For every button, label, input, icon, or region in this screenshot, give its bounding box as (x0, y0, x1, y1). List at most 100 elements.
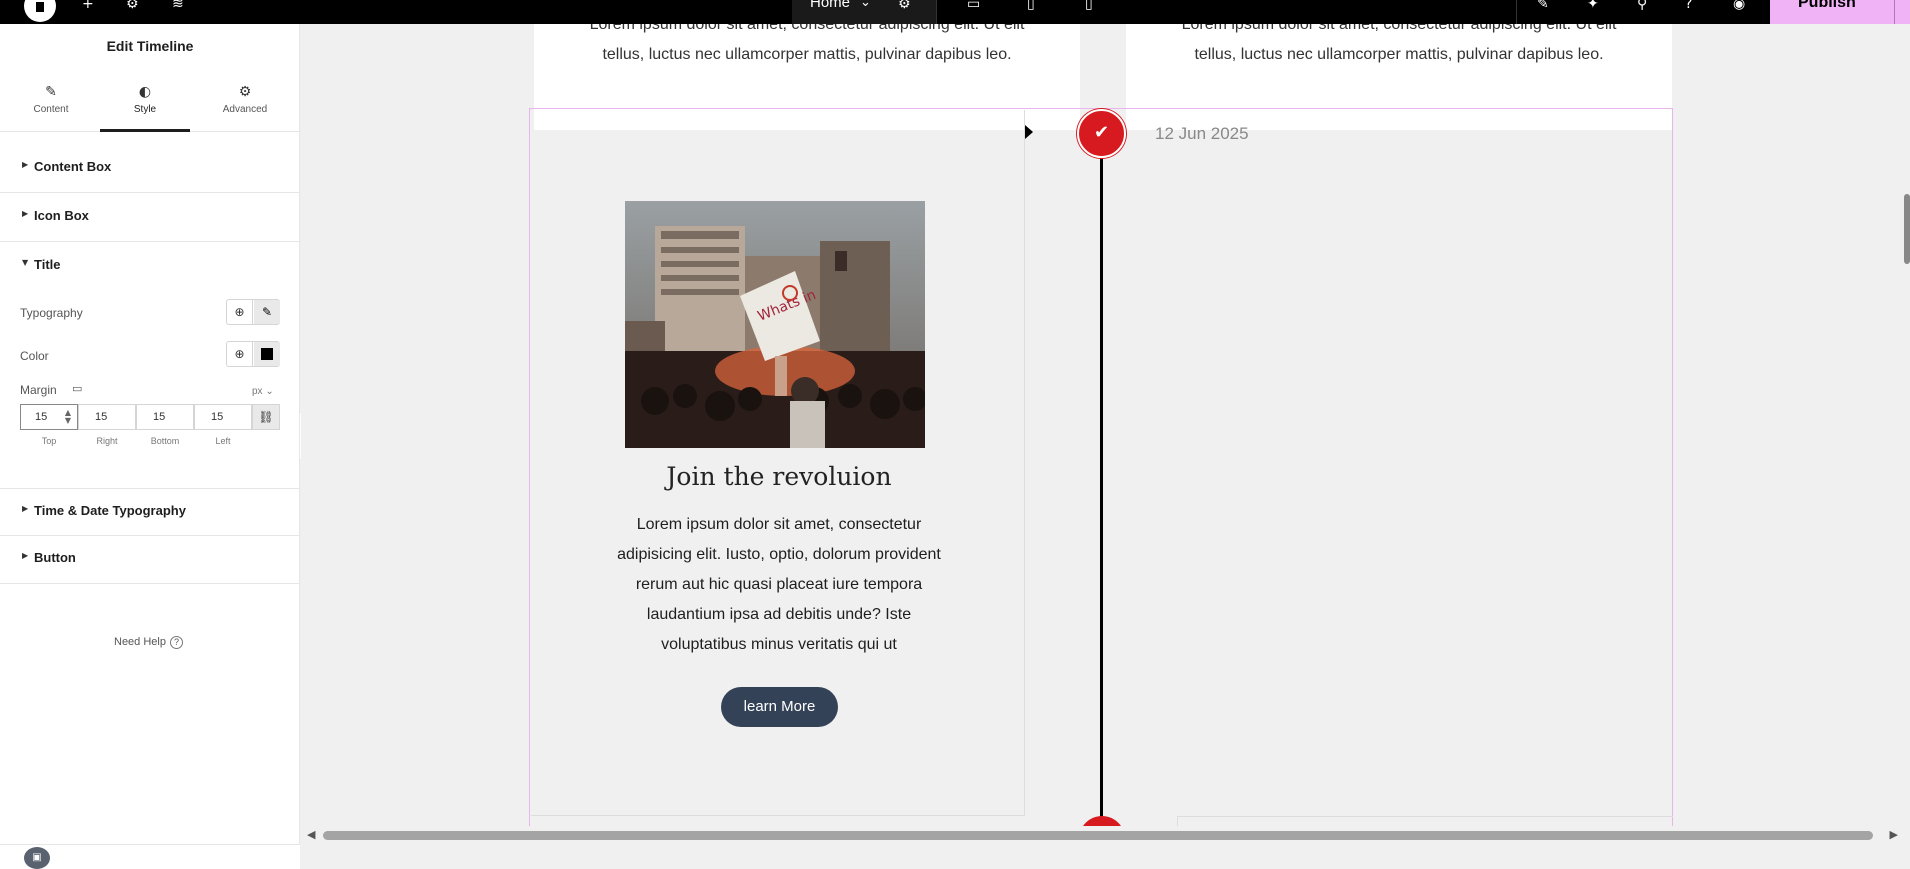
editor-panel: Edit Timeline ✎ Content ◐ Style ⚙ Advanc… (0, 24, 300, 844)
timeline-item-title: Join the revoluion (666, 462, 892, 491)
panel-footer: ▣ (0, 844, 300, 869)
page-settings-icon[interactable]: ⚙ (898, 0, 911, 12)
margin-top-input[interactable]: 15 ▲ ▼ (20, 404, 78, 430)
card-text-line: Lorem ipsum dolor sit amet, consectetur … (589, 24, 1025, 33)
section-content-box-label: Content Box (34, 159, 112, 174)
timeline-line (1100, 129, 1103, 826)
tablet-icon[interactable]: ▯ (1027, 0, 1035, 12)
spinner-icon[interactable]: ▲ ▼ (65, 409, 71, 425)
whats-new-icon[interactable]: ✦ (1587, 0, 1599, 12)
horizontal-scroll-thumb[interactable] (323, 831, 1873, 840)
card-pointer-arrow (1025, 125, 1033, 139)
gear-icon: ⚙ (238, 84, 252, 100)
tab-advanced[interactable]: ⚙ Advanced (200, 80, 290, 132)
section-time-date-label: Time & Date Typography (34, 503, 186, 518)
notes-icon[interactable]: ✎ (1537, 0, 1549, 12)
margin-inputs: 15 ▲ ▼ 15 15 15 ⛓ (20, 404, 280, 430)
typography-label: Typography (20, 306, 83, 320)
globe-icon[interactable]: ⊕ (227, 342, 253, 366)
learn-more-button[interactable]: learn More (721, 687, 838, 727)
typography-control: ⊕ ✎ (226, 299, 280, 325)
margin-bottom-input[interactable]: 15 (136, 404, 194, 430)
unit-label: px (252, 386, 263, 397)
settings-sliders-icon[interactable]: ⚙ (126, 0, 139, 12)
tab-advanced-label: Advanced (222, 104, 268, 115)
unit-selector[interactable]: px ⌄ (252, 386, 274, 397)
panel-title: Edit Timeline (106, 38, 194, 54)
desktop-icon[interactable]: ▭ (72, 382, 82, 395)
margin-top-label: Top (41, 436, 57, 446)
contrast-icon: ◐ (138, 84, 152, 100)
margin-top-value: 15 (35, 411, 48, 423)
protest-photo: Whats in (625, 201, 925, 448)
caret-down-icon: ▼ (22, 258, 29, 267)
horizontal-scrollbar[interactable]: ◀ ▶ (301, 826, 1904, 844)
panel-tabs: ✎ Content ◐ Style ⚙ Advanced (0, 80, 300, 132)
section-title[interactable]: ▼ Title (0, 243, 300, 291)
add-element-icon[interactable]: + (82, 0, 94, 12)
need-help-label: Need Help (114, 636, 166, 648)
margin-bottom-label: Bottom (150, 436, 180, 446)
question-icon: ? (169, 636, 183, 649)
publish-options-button[interactable] (1894, 0, 1910, 24)
tab-style-label: Style (133, 104, 157, 115)
scroll-left-icon[interactable]: ◀ (307, 828, 315, 841)
publish-label: Publish (1798, 0, 1856, 11)
section-icon-box-label: Icon Box (34, 208, 89, 223)
section-time-date-typography[interactable]: ▶ Time & Date Typography (0, 488, 300, 536)
margin-right-input[interactable]: 15 (78, 404, 136, 430)
caret-right-icon: ▶ (22, 209, 29, 218)
layers-icon[interactable]: ≋ (172, 0, 184, 12)
timeline-date: 12 Jun 2025 (1155, 124, 1249, 143)
vertical-scrollbar[interactable] (1904, 24, 1910, 826)
section-content-box[interactable]: ▶ Content Box (0, 145, 300, 193)
scroll-right-icon[interactable]: ▶ (1890, 828, 1898, 841)
margin-left-value: 15 (211, 411, 224, 423)
assistant-icon[interactable]: ▣ (24, 847, 50, 869)
card-text-line: tellus, luctus nec ullamcorper mattis, p… (602, 46, 1012, 63)
timeline-item-body: Lorem ipsum dolor sit amet, consectetur … (617, 516, 941, 653)
color-control: ⊕ (226, 341, 280, 367)
right-tools-group: ✎ ✦ ⚲ ? ◉ (1516, 0, 1770, 24)
need-help-link[interactable]: Need Help? (114, 636, 183, 649)
chevron-down-icon: ⌄ (860, 0, 871, 9)
mobile-icon[interactable]: ▯ (1085, 0, 1093, 12)
tab-content-label: Content (33, 104, 69, 115)
caret-right-icon: ▶ (22, 504, 29, 513)
caret-right-icon: ▶ (22, 551, 29, 560)
edit-pencil-icon[interactable]: ✎ (254, 300, 280, 324)
card-text-line: tellus, luctus nec ullamcorper mattis, p… (1194, 46, 1604, 63)
pencil-icon: ✎ (45, 84, 57, 100)
page-selector-label: Home (810, 0, 851, 11)
tab-content[interactable]: ✎ Content (6, 80, 96, 132)
section-button[interactable]: ▶ Button (0, 536, 300, 584)
globe-icon[interactable]: ⊕ (227, 300, 253, 324)
top-toolbar: + ⚙ ≋ Home ⌄ ⚙ ▭ ▯ ▯ ✎ ✦ ⚲ ? ◉ Publish (0, 0, 1910, 24)
preview-canvas: Lorem ipsum dolor sit amet, consectetur … (301, 24, 1904, 826)
margin-left-input[interactable]: 15 (194, 404, 252, 430)
desktop-icon[interactable]: ▭ (967, 0, 980, 12)
elementor-logo-icon[interactable] (24, 0, 56, 22)
caret-right-icon: ▶ (22, 160, 29, 169)
color-swatch[interactable] (254, 342, 280, 366)
next-timeline-card (1177, 816, 1673, 826)
responsive-mode-group: ▭ ▯ ▯ (936, 0, 1126, 24)
tab-style[interactable]: ◐ Style (100, 80, 190, 132)
margin-label: Margin (20, 383, 57, 397)
margin-left-label: Left (215, 436, 231, 446)
vertical-scroll-thumb[interactable] (1904, 194, 1910, 264)
help-icon[interactable]: ? (1685, 0, 1692, 12)
margin-right-value: 15 (95, 411, 108, 423)
page-selector[interactable]: Home ⌄ (792, 0, 936, 24)
margin-right-label: Right (96, 436, 118, 446)
margin-bottom-value: 15 (153, 411, 166, 423)
publish-button[interactable]: Publish (1770, 0, 1894, 24)
section-button-label: Button (34, 550, 76, 565)
preview-icon[interactable]: ◉ (1733, 0, 1745, 12)
section-icon-box[interactable]: ▶ Icon Box (0, 194, 300, 242)
check-icon: ✔ (1077, 109, 1126, 158)
color-label: Color (20, 349, 49, 363)
search-icon[interactable]: ⚲ (1637, 0, 1647, 12)
link-values-icon[interactable]: ⛓ (252, 404, 280, 430)
card-text-line: Lorem ipsum dolor sit amet, consectetur … (1181, 24, 1617, 33)
